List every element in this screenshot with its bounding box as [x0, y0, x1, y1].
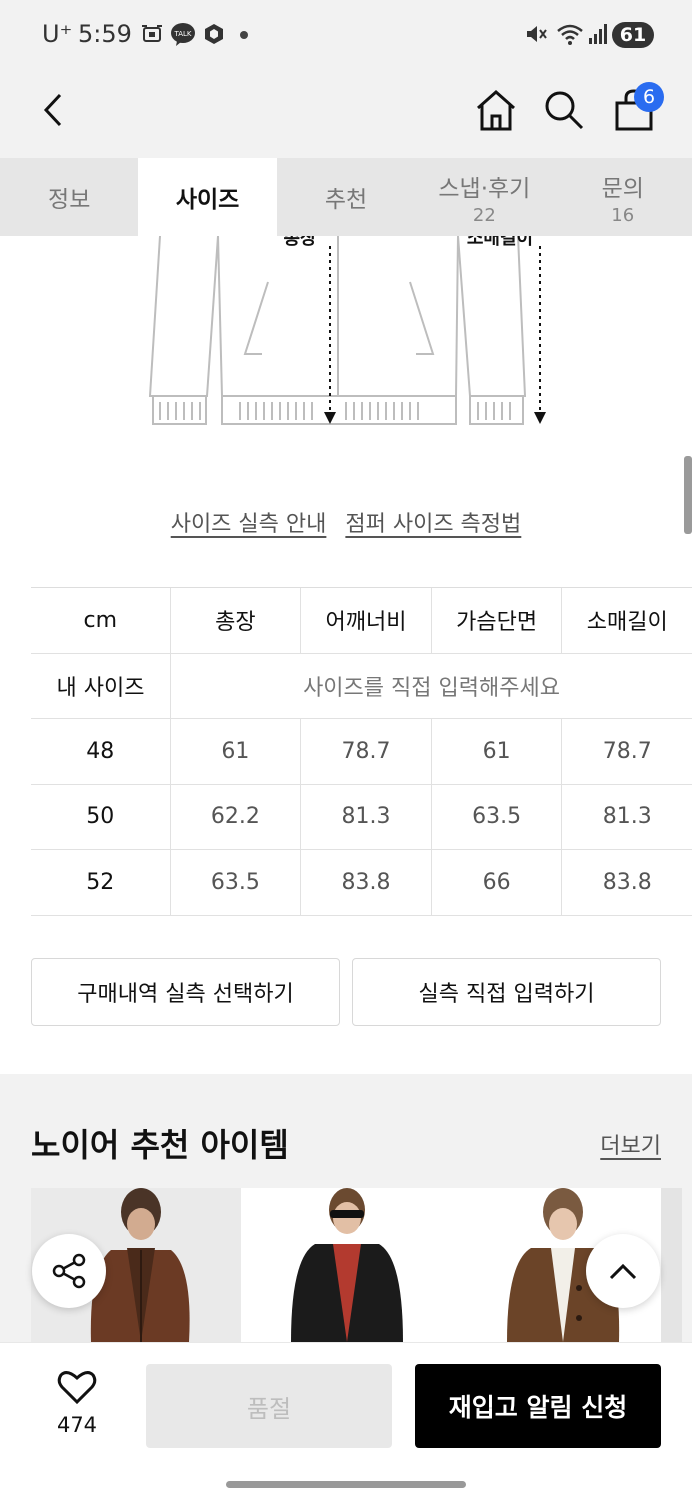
recommend-title: 노이어 추천 아이템	[31, 1126, 289, 1164]
table-cell: 63.5	[169, 850, 301, 915]
soldout-button[interactable]: 품절	[146, 1364, 392, 1448]
heart-icon	[57, 1371, 97, 1405]
size-label: 52	[86, 869, 115, 895]
cart-count-badge: 6	[634, 82, 664, 112]
table-row: 52 63.5 83.8 66 83.8	[31, 850, 692, 916]
purchase-history-size-button[interactable]: 구매내역 실측 선택하기	[31, 958, 340, 1026]
size-label: 50	[86, 804, 115, 830]
tab-info[interactable]: 정보	[0, 158, 138, 236]
share-button[interactable]	[32, 1234, 106, 1308]
mute-icon	[527, 26, 547, 42]
tab-count: 16	[611, 204, 635, 226]
measure-method-link[interactable]: 점퍼 사이즈 측정법	[345, 512, 521, 537]
home-icon	[477, 89, 515, 131]
table-cell: 81.3	[300, 784, 431, 849]
like-count: 474	[56, 1413, 98, 1437]
header-cell: cm	[83, 607, 118, 633]
size-guide-links: 사이즈 실측 안내 점퍼 사이즈 측정법	[0, 506, 692, 538]
scroll-to-top-button[interactable]	[586, 1234, 660, 1308]
search-button[interactable]	[538, 84, 590, 136]
more-link[interactable]: 더보기	[600, 1128, 661, 1160]
search-icon	[545, 91, 584, 130]
product-card[interactable]	[661, 1188, 682, 1342]
product-card[interactable]	[241, 1188, 451, 1342]
table-row: 50 62.2 81.3 63.5 81.3	[31, 784, 692, 850]
cart-button[interactable]: 6	[608, 82, 664, 136]
clock: 5:59	[78, 20, 132, 48]
tab-label: 정보	[48, 187, 91, 213]
back-button[interactable]	[28, 84, 80, 136]
tab-recommend[interactable]: 추천	[277, 158, 415, 236]
tab-size[interactable]: 사이즈	[138, 158, 277, 236]
like-button[interactable]: 474	[44, 1369, 110, 1437]
back-arrow-icon	[43, 93, 62, 127]
size-table-header: cm 총장 어깨너비 가슴단면 소매길이	[31, 588, 692, 654]
bottom-purchase-bar: 474 품절 재입고 알림 신청	[0, 1342, 692, 1500]
product-tabs: 정보 사이즈 추천 스냅·후기 22 문의 16	[0, 158, 692, 236]
size-label: 48	[86, 738, 115, 764]
measure-label-sleeve: 소매길이	[467, 236, 533, 249]
kakaotalk-icon: TALK	[171, 23, 195, 46]
table-cell: 61	[430, 719, 562, 784]
carrier-label: U⁺	[42, 20, 73, 48]
table-cell: 62.2	[169, 784, 301, 849]
header-cell: 총장	[169, 588, 301, 653]
app-header: 6	[0, 70, 692, 158]
home-indicator[interactable]	[226, 1481, 466, 1488]
scrollbar-thumb[interactable]	[684, 456, 692, 534]
tab-label: 문의	[601, 175, 644, 202]
jacket-diagram: 총장 소매길이	[148, 236, 546, 425]
share-icon	[52, 1253, 86, 1289]
direct-size-input-button[interactable]: 실측 직접 입력하기	[352, 958, 661, 1026]
tab-label: 사이즈	[175, 187, 240, 213]
actual-size-guide-link[interactable]: 사이즈 실측 안내	[171, 512, 327, 537]
table-cell: 61	[169, 719, 301, 784]
wifi-icon	[557, 24, 583, 45]
notification-dot	[240, 31, 248, 39]
tab-label: 스냅·후기	[438, 175, 531, 202]
table-cell: 83.8	[561, 850, 692, 915]
product-image	[661, 1188, 682, 1342]
table-cell: 83.8	[300, 850, 431, 915]
measure-label-length: 총장	[283, 236, 317, 249]
my-size-label: 내 사이즈	[56, 675, 145, 701]
header-cell: 어깨너비	[300, 588, 431, 653]
my-size-row[interactable]: 내 사이즈 사이즈를 직접 입력해주세요	[31, 653, 692, 719]
tab-inquiry[interactable]: 문의 16	[554, 158, 692, 236]
header-cell: 가슴단면	[430, 588, 562, 653]
measurement-illustration: 총장 소매길이	[0, 236, 692, 436]
table-cell: 66	[430, 850, 562, 915]
tab-snap-review[interactable]: 스냅·후기 22	[415, 158, 553, 236]
table-cell: 78.7	[561, 719, 692, 784]
status-bar: U⁺ 5:59 TALK 61	[0, 0, 692, 70]
table-cell: 81.3	[561, 784, 692, 849]
tab-count: 22	[472, 204, 496, 226]
table-row: 48 61 78.7 61 78.7	[31, 719, 692, 785]
size-table: cm 총장 어깨너비 가슴단면 소매길이 내 사이즈 사이즈를 직접 입력해주세…	[31, 587, 692, 916]
table-cell: 63.5	[430, 784, 562, 849]
battery-indicator: 61	[612, 22, 658, 48]
restock-alert-button[interactable]: 재입고 알림 신청	[415, 1364, 661, 1448]
signal-icon	[589, 24, 607, 44]
my-size-input-prompt[interactable]: 사이즈를 직접 입력해주세요	[170, 653, 692, 718]
screenshot-icon	[142, 25, 162, 42]
chevron-up-icon	[609, 1263, 637, 1280]
home-button[interactable]	[470, 84, 522, 136]
table-cell: 78.7	[300, 719, 431, 784]
tab-label: 추천	[324, 187, 368, 213]
product-size-screen: U⁺ 5:59 TALK 61 6 정보 사이즈 추천 스냅·후기 22 문의 …	[0, 0, 692, 1500]
product-image	[241, 1188, 451, 1342]
talk-label: TALK	[173, 30, 191, 38]
header-cell: 소매길이	[561, 588, 692, 653]
app-notification-icon	[205, 24, 223, 44]
